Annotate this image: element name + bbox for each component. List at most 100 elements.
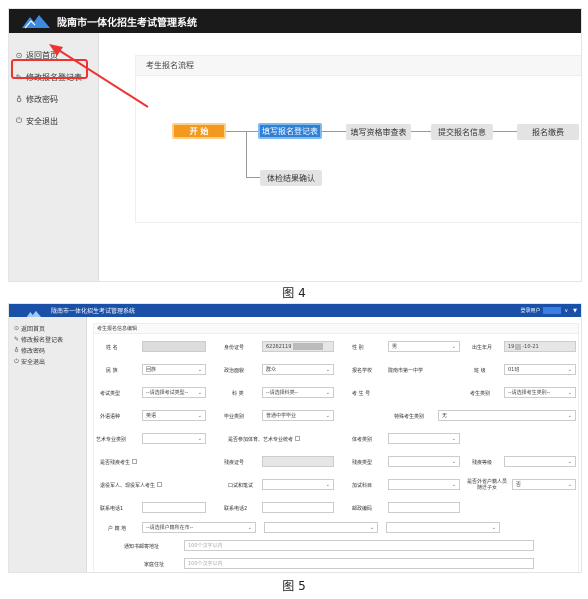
label-id-no: 身份证号: [224, 345, 245, 351]
app-header: 陇南市一体化招生考试管理系统 登录用户 ∨ ▼: [9, 304, 581, 319]
home-addr-input[interactable]: 100个汉字以内: [184, 558, 534, 569]
flow-connector: [493, 131, 517, 132]
outside-prov-value: 否: [516, 482, 522, 488]
grad-type-select[interactable]: 普通中学毕业 ⌄: [262, 410, 334, 421]
chevron-down-icon: ⌄: [325, 367, 330, 373]
soldier-check-text: 退役军人、现役军人考生: [100, 483, 156, 489]
ethnic-value: 回族: [146, 367, 157, 373]
flow-submit-info-button[interactable]: 提交报名信息: [431, 124, 493, 140]
special-type-select[interactable]: 无 ⌄: [438, 410, 576, 421]
sidebar-item-edit-registration[interactable]: ✎ 修改报名登记表: [9, 334, 86, 345]
disabled-checkbox[interactable]: [132, 459, 138, 464]
name-input-redacted[interactable]: [142, 341, 206, 352]
chevron-down-icon: ⌄: [567, 390, 572, 396]
flow-payment-button[interactable]: 报名缴费: [517, 124, 579, 140]
gender-select[interactable]: 男 ⌄: [388, 341, 460, 352]
art-check-checkbox[interactable]: [295, 436, 301, 441]
chevron-down-icon: ⌄: [451, 482, 456, 488]
sidebar-item-logout[interactable]: ⏻ 安全退出: [9, 111, 98, 131]
mountain-logo-icon: [23, 305, 45, 319]
art-pro-select[interactable]: ⌄: [142, 433, 206, 444]
figure-5-screenshot: 陇南市一体化招生考试管理系统 登录用户 ∨ ▼ ⊙ 返回首页 ✎ 修改报名登记表 ♁…: [8, 303, 582, 573]
birth-value: 19: [508, 343, 515, 350]
label-phone1: 联系电话1: [100, 506, 124, 512]
hukou-county-select[interactable]: ⌄: [264, 522, 378, 533]
sport-type-select[interactable]: ⌄: [388, 433, 460, 444]
chevron-down-icon: ⌄: [491, 525, 496, 531]
label-subject: 科 类: [232, 391, 244, 397]
sidebar-item-home[interactable]: ⊙ 返回首页: [9, 323, 86, 334]
disab-type-select[interactable]: ⌄: [388, 456, 460, 467]
figure-5-caption: 图 5: [282, 579, 306, 593]
mail-addr-placeholder: 100个汉字以内: [188, 543, 223, 549]
label-art-pro: 艺术专业类别: [96, 437, 127, 443]
postcode-input[interactable]: [388, 502, 460, 513]
key-icon: ♁: [16, 94, 22, 104]
label-mail-addr: 通知书邮寄地址: [124, 544, 160, 550]
registration-edit-form: 考生报名信息编辑 姓 名 身份证号 62262119 性 别 男 ⌄ 出生年月 1…: [93, 323, 579, 572]
chevron-down-icon: ⌄: [451, 436, 456, 442]
oral-select[interactable]: ⌄: [262, 479, 334, 490]
bell-icon[interactable]: ▼: [573, 308, 577, 314]
add-subject-select[interactable]: ⌄: [388, 479, 460, 490]
sidebar-item-label: 修改密码: [21, 348, 46, 355]
sidebar-item-change-password[interactable]: ♁ 修改密码: [9, 345, 86, 356]
label-grad-type: 毕业类别: [224, 414, 245, 420]
hukou-town-select[interactable]: ⌄: [386, 522, 500, 533]
form-title: 考生报名信息编辑: [94, 324, 578, 334]
subject-value: --请选择科类--: [266, 390, 299, 396]
label-birth: 出生年月: [472, 345, 493, 351]
sidebar-item-logout[interactable]: ⏻ 安全退出: [9, 356, 86, 367]
class-value: 01班: [508, 367, 520, 373]
red-arrow-annotation: [49, 44, 149, 108]
app-header: 陇南市一体化招生考试管理系统: [9, 9, 581, 33]
chevron-down-icon: ⌄: [325, 482, 330, 488]
hukou-city-select[interactable]: --请选择户籍所在市-- ⌄: [142, 522, 256, 533]
outside-prov-select[interactable]: 否 ⌄: [512, 479, 576, 490]
app-title: 陇南市一体化招生考试管理系统: [57, 17, 197, 29]
flow-fill-registration-button[interactable]: 填写报名登记表: [258, 123, 322, 139]
mountain-logo-icon: [21, 12, 51, 30]
id-no-input[interactable]: 62262119: [262, 341, 334, 352]
registration-flow-panel: 考生报名流程 开 始 填写报名登记表 填写资格审查表 提交报名信息 报名缴费 体…: [135, 55, 581, 223]
flow-start-button[interactable]: 开 始: [172, 123, 226, 139]
disab-grade-select[interactable]: ⌄: [504, 456, 576, 467]
politics-select[interactable]: 群众 ⌄: [262, 364, 334, 375]
phone2-input[interactable]: [262, 502, 334, 513]
ethnic-select[interactable]: 回族 ⌄: [142, 364, 206, 375]
label-class: 班 级: [474, 368, 486, 374]
exam-type-select[interactable]: --请选择考试类型-- ⌄: [142, 387, 206, 398]
label-special-type: 特殊考生类别: [394, 414, 425, 420]
chevron-down-icon: ⌄: [369, 525, 374, 531]
user-menu[interactable]: 登录用户 ∨ ▼: [520, 307, 581, 314]
label-ethnic: 民 族: [106, 368, 118, 374]
chevron-down-icon: ⌄: [247, 525, 252, 531]
foreign-lang-value: 英语: [146, 413, 157, 419]
mail-addr-input[interactable]: 100个汉字以内: [184, 540, 534, 551]
subject-select[interactable]: --请选择科类-- ⌄: [262, 387, 334, 398]
power-icon: ⏻: [14, 357, 19, 365]
chevron-down-icon: ⌄: [325, 413, 330, 419]
foreign-lang-select[interactable]: 英语 ⌄: [142, 410, 206, 421]
art-check-text: 是否参加体育、艺术专业统考: [228, 437, 294, 443]
exam-category-select[interactable]: --请选择考生类别-- ⌄: [504, 387, 576, 398]
label-foreign-lang: 外语语种: [100, 414, 121, 420]
flow-qualification-review-button[interactable]: 填写资格审查表: [346, 124, 411, 140]
disab-cert-input[interactable]: [262, 456, 334, 467]
birth-redacted: [515, 343, 522, 350]
soldier-checkbox[interactable]: [157, 482, 163, 487]
birth-input[interactable]: 19 -10-21: [504, 341, 576, 352]
label-disab-grade: 残疾类型: [352, 460, 373, 466]
phone1-input[interactable]: [142, 502, 206, 513]
flow-medical-confirm-button[interactable]: 体检结果确认: [260, 170, 322, 186]
chevron-down-icon: ⌄: [325, 390, 330, 396]
chevron-down-icon: ⌄: [197, 367, 202, 373]
main-content: 考生报名流程 开 始 填写报名登记表 填写资格审查表 提交报名信息 报名缴费 体…: [99, 33, 581, 281]
label-outside-prov: 是否外省户籍人员随迁子女: [466, 479, 507, 491]
chevron-down-icon: ∨: [564, 307, 569, 314]
class-select[interactable]: 01班 ⌄: [504, 364, 576, 375]
app-title: 陇南市一体化招生考试管理系统: [51, 308, 136, 315]
label-disab-grade-2: 残疾等级: [472, 460, 493, 466]
chevron-down-icon: ⌄: [567, 413, 572, 419]
label-gender: 性 别: [352, 345, 364, 351]
